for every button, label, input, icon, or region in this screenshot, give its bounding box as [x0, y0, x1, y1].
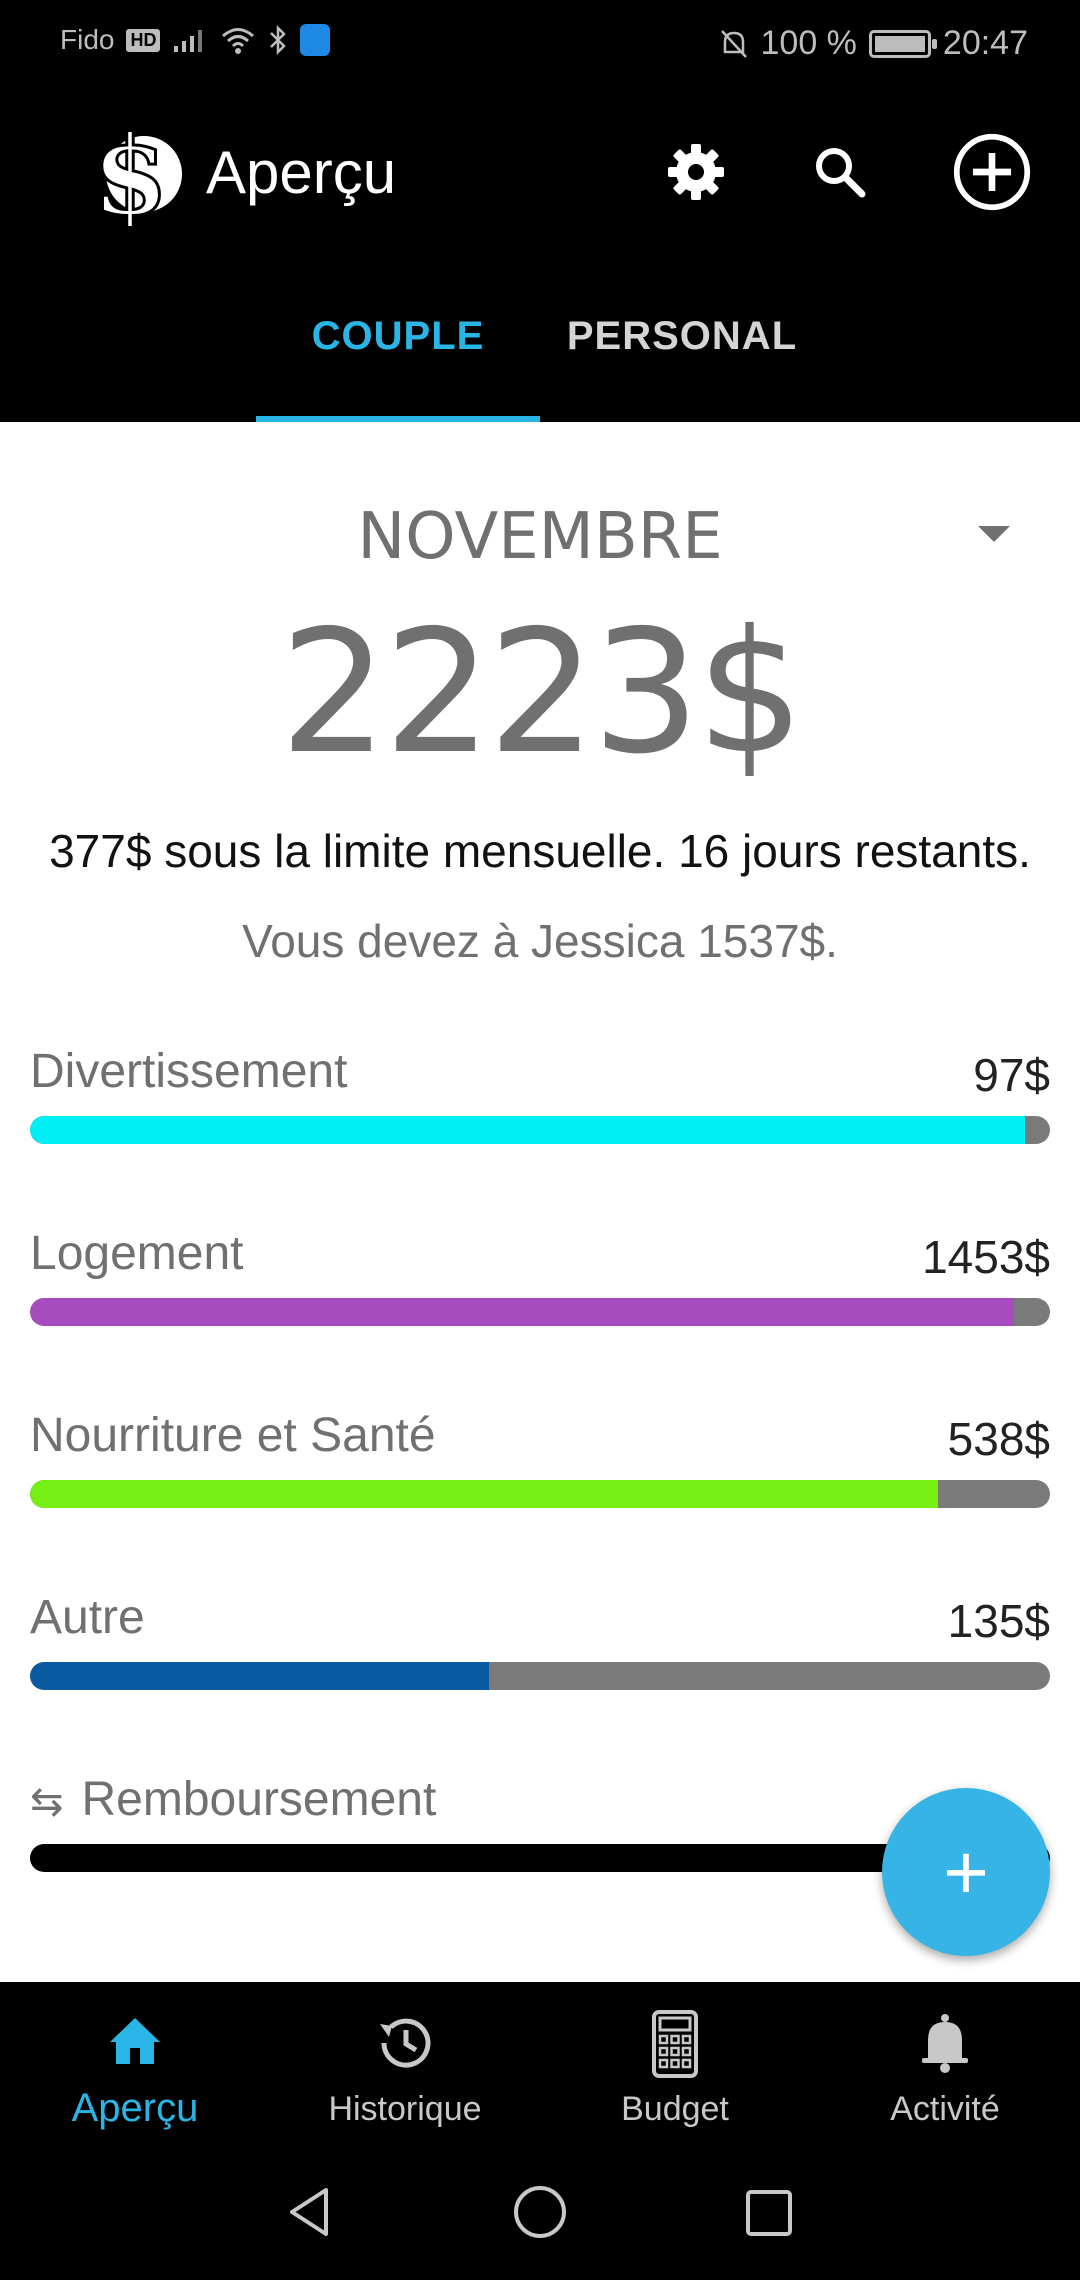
- home-icon: [110, 2018, 160, 2064]
- bottom-nav: Aperçu Historique Budget Activité: [0, 1982, 1080, 2150]
- nav-label: Aperçu: [71, 2086, 199, 2130]
- home-circle-icon[interactable]: [512, 2184, 568, 2240]
- tab-bar: COUPLE PERSONAL: [0, 292, 1080, 422]
- battery-percent: 100 %: [760, 24, 857, 62]
- category-progress-track: [30, 1662, 1050, 1690]
- category-progress-track: [30, 1116, 1050, 1144]
- reimbursement-label: ⇆ Remboursement: [30, 1772, 436, 1827]
- system-nav-bar: [0, 2150, 1080, 2280]
- carrier-label: Fido: [60, 24, 115, 55]
- category-progress-track: [30, 1480, 1050, 1508]
- nav-label: Budget: [621, 2090, 729, 2128]
- category-progress-track: [30, 1298, 1050, 1326]
- gear-icon: [668, 144, 724, 200]
- total-amount: 2223$: [279, 594, 805, 792]
- shield-icon: [300, 24, 331, 56]
- nav-item-apercu[interactable]: Aperçu: [0, 2004, 270, 2144]
- reimbursement-name: Remboursement: [81, 1773, 437, 1826]
- category-progress-fill: [30, 1116, 1025, 1144]
- dollar-logo-icon: $: [91, 110, 182, 226]
- signal-icon: [174, 30, 203, 52]
- category-amount: 1453$: [922, 1231, 1050, 1283]
- app-bar: $ Aperçu COUPLE PERSONAL: [0, 92, 1080, 422]
- category-row[interactable]: Logement 1453$: [30, 1226, 1050, 1346]
- category-amount: 97$: [973, 1049, 1050, 1101]
- add-circle-icon: [953, 133, 1031, 211]
- category-row[interactable]: Autre 135$: [30, 1590, 1050, 1710]
- overview-content: NOVEMBRE 2223$ 377$ sous la limite mensu…: [0, 422, 1080, 1982]
- bluetooth-icon: [270, 25, 287, 55]
- debt-summary: Vous devez à Jessica 1537$.: [242, 915, 838, 967]
- category-row[interactable]: Nourriture et Santé 538$: [30, 1408, 1050, 1528]
- swap-arrows-icon: ⇆: [30, 1780, 64, 1824]
- chevron-down-icon[interactable]: [978, 526, 1010, 542]
- bell-off-icon: [720, 29, 747, 58]
- search-button[interactable]: [800, 132, 880, 212]
- bell-icon: [922, 2014, 968, 2073]
- svg-text:$: $: [92, 111, 169, 226]
- search-icon: [816, 148, 866, 198]
- category-progress-fill: [30, 1480, 938, 1508]
- nav-label: Historique: [328, 2090, 482, 2128]
- category-progress-fill: [30, 1662, 489, 1690]
- battery-icon: [868, 29, 937, 58]
- wifi-icon: [222, 28, 255, 54]
- add-transaction-fab[interactable]: +: [882, 1788, 1050, 1956]
- limit-summary: 377$ sous la limite mensuelle. 16 jours …: [49, 825, 1031, 877]
- category-row[interactable]: Divertissement 97$: [30, 1044, 1050, 1164]
- category-progress-fill: [30, 1298, 1015, 1326]
- clock: 20:47: [942, 24, 1028, 62]
- hd-badge: HD: [126, 28, 161, 52]
- status-bar: Fido HD 100 % 20:47: [0, 0, 1080, 92]
- add-expense-button[interactable]: [952, 132, 1032, 212]
- month-selector[interactable]: NOVEMBRE: [0, 500, 1080, 574]
- category-name: Autre: [30, 1591, 145, 1644]
- category-amount: 538$: [947, 1413, 1050, 1465]
- history-icon: [380, 2018, 431, 2068]
- calculator-icon: [652, 2010, 698, 2078]
- page-title: Aperçu: [206, 139, 397, 206]
- tab-personal[interactable]: PERSONAL: [540, 314, 824, 359]
- status-right: 100 % 20:47: [719, 24, 1028, 63]
- category-amount: 135$: [947, 1595, 1050, 1647]
- nav-item-activite[interactable]: Activité: [810, 2004, 1080, 2144]
- nav-item-historique[interactable]: Historique: [270, 2004, 540, 2144]
- status-left: Fido HD: [60, 24, 331, 56]
- back-icon[interactable]: [284, 2184, 334, 2240]
- category-name: Logement: [30, 1227, 244, 1280]
- settings-button[interactable]: [656, 132, 736, 212]
- tab-couple[interactable]: COUPLE: [256, 314, 540, 359]
- recents-icon[interactable]: [744, 2188, 794, 2238]
- category-name: Divertissement: [30, 1045, 348, 1098]
- nav-label: Activité: [890, 2090, 1000, 2128]
- nav-item-budget[interactable]: Budget: [540, 2004, 810, 2144]
- category-name: Nourriture et Santé: [30, 1409, 436, 1462]
- fab-plus-icon: +: [943, 1828, 989, 1916]
